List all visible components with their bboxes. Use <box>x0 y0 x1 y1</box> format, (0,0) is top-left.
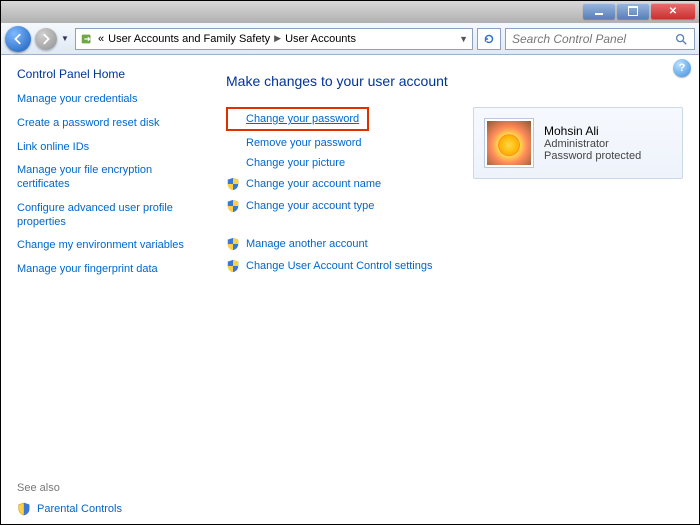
arrow-right-icon <box>39 32 53 46</box>
search-placeholder: Search Control Panel <box>512 32 626 46</box>
highlighted-action: Change your password <box>226 107 369 131</box>
avatar <box>484 118 534 168</box>
shield-icon <box>17 502 31 516</box>
breadcrumb-parent[interactable]: User Accounts and Family Safety <box>108 33 270 45</box>
sidebar-link-parental-controls[interactable]: Parental Controls <box>17 502 198 516</box>
refresh-button[interactable] <box>477 28 501 50</box>
sidebar: Control Panel Home Manage your credentia… <box>1 55 206 524</box>
sidebar-link-reset-disk[interactable]: Create a password reset disk <box>17 117 198 131</box>
shield-icon <box>226 199 240 213</box>
refresh-icon <box>482 32 496 46</box>
arrow-left-icon <box>11 32 25 46</box>
nav-toolbar: ▼ « User Accounts and Family Safety ▶ Us… <box>1 23 699 55</box>
window-titlebar <box>1 1 699 23</box>
sidebar-home-link[interactable]: Control Panel Home <box>17 67 198 81</box>
breadcrumb-prefix: « <box>98 33 104 45</box>
avatar-image <box>487 121 531 165</box>
link-change-password[interactable]: Change your password <box>246 113 359 125</box>
page-title: Make changes to your user account <box>226 73 683 89</box>
link-manage-another-account[interactable]: Manage another account <box>226 237 453 251</box>
sidebar-link-online-ids[interactable]: Link online IDs <box>17 141 198 155</box>
action-links: Change your password Remove your passwor… <box>226 107 453 281</box>
user-account-card: Mohsin Ali Administrator Password protec… <box>473 107 683 179</box>
user-name: Mohsin Ali <box>544 124 641 138</box>
sidebar-link-fingerprint[interactable]: Manage your fingerprint data <box>17 263 198 277</box>
link-change-uac-settings[interactable]: Change User Account Control settings <box>226 259 453 273</box>
sidebar-see-also-label: See also <box>17 482 198 494</box>
search-box[interactable]: Search Control Panel <box>505 28 695 50</box>
link-change-account-name[interactable]: Change your account name <box>226 177 453 191</box>
address-bar[interactable]: « User Accounts and Family Safety ▶ User… <box>75 28 473 50</box>
nav-history-dropdown[interactable]: ▼ <box>61 34 71 43</box>
shield-icon <box>226 237 240 251</box>
link-remove-password[interactable]: Remove your password <box>226 137 453 149</box>
sidebar-link-encryption-certs[interactable]: Manage your file encryption certificates <box>17 164 198 192</box>
location-icon <box>80 32 94 46</box>
shield-icon <box>226 259 240 273</box>
breadcrumb-current[interactable]: User Accounts <box>285 33 356 45</box>
back-button[interactable] <box>5 26 31 52</box>
help-button[interactable]: ? <box>673 59 691 77</box>
sidebar-link-user-profile[interactable]: Configure advanced user profile properti… <box>17 202 198 230</box>
maximize-button[interactable] <box>617 3 649 19</box>
parental-controls-label: Parental Controls <box>37 503 122 515</box>
link-change-picture[interactable]: Change your picture <box>226 157 453 169</box>
search-icon <box>674 32 688 46</box>
minimize-button[interactable] <box>583 3 615 19</box>
user-info: Mohsin Ali Administrator Password protec… <box>544 124 641 162</box>
user-password-status: Password protected <box>544 150 641 162</box>
user-role: Administrator <box>544 138 641 150</box>
address-dropdown-icon[interactable]: ▼ <box>459 34 468 44</box>
shield-icon <box>226 177 240 191</box>
main-area: Control Panel Home Manage your credentia… <box>1 55 699 524</box>
link-change-account-type[interactable]: Change your account type <box>226 199 453 213</box>
close-button[interactable] <box>651 3 695 19</box>
sidebar-link-env-vars[interactable]: Change my environment variables <box>17 239 198 253</box>
sidebar-link-credentials[interactable]: Manage your credentials <box>17 93 198 107</box>
forward-button[interactable] <box>35 28 57 50</box>
breadcrumb-separator-icon: ▶ <box>274 33 281 44</box>
content-panel: ? Make changes to your user account Chan… <box>206 55 699 524</box>
